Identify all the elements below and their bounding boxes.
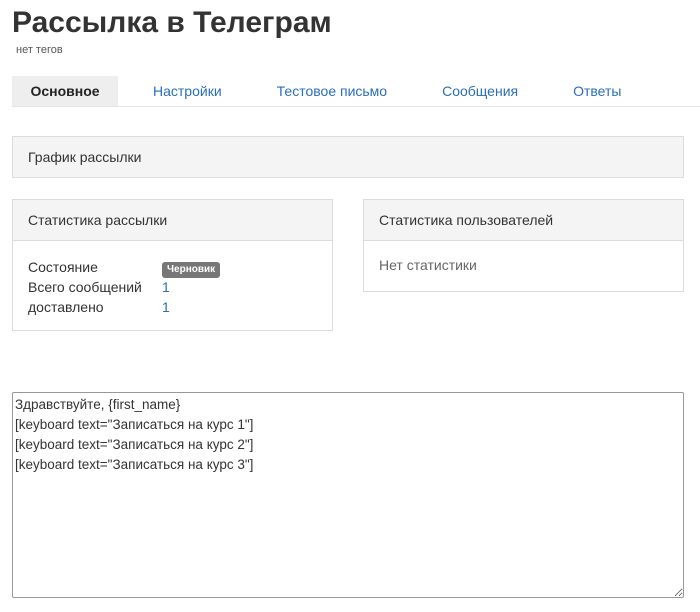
user-stats-title: Статистика пользователей	[364, 200, 683, 241]
delivered-label: доставлено	[28, 299, 104, 315]
tags-label: нет тегов	[16, 44, 63, 56]
schedule-panel: График рассылки	[12, 136, 684, 178]
mailing-stats-title: Статистика рассылки	[13, 200, 332, 241]
tab-main[interactable]: Основное	[12, 76, 118, 106]
mailing-stats-panel: Статистика рассылки Состояние Черновик В…	[12, 199, 333, 331]
page-title: Рассылка в Телеграм	[12, 6, 332, 39]
user-stats-empty: Нет статистики	[379, 257, 477, 273]
tab-messages[interactable]: Сообщения	[442, 76, 518, 106]
stat-row-state: Состояние Черновик	[28, 257, 317, 278]
schedule-panel-title[interactable]: График рассылки	[13, 137, 683, 177]
tab-bar: Основное Настройки Тестовое письмо Сообщ…	[12, 76, 700, 107]
stat-row-total: Всего сообщений 1	[28, 277, 317, 297]
state-label: Состояние	[28, 259, 98, 275]
user-stats-panel: Статистика пользователей Нет статистики	[363, 199, 684, 292]
status-badge: Черновик	[162, 262, 221, 278]
stat-row-delivered: доставлено 1	[28, 297, 317, 317]
tab-answers[interactable]: Ответы	[573, 76, 621, 106]
tab-test-letter[interactable]: Тестовое письмо	[277, 76, 387, 106]
total-label: Всего сообщений	[28, 279, 142, 295]
message-editor[interactable]: Здравствуйте, {first_name} [keyboard tex…	[12, 392, 684, 598]
tab-settings[interactable]: Настройки	[153, 76, 222, 106]
delivered-value[interactable]: 1	[162, 297, 170, 317]
total-value[interactable]: 1	[162, 277, 170, 297]
